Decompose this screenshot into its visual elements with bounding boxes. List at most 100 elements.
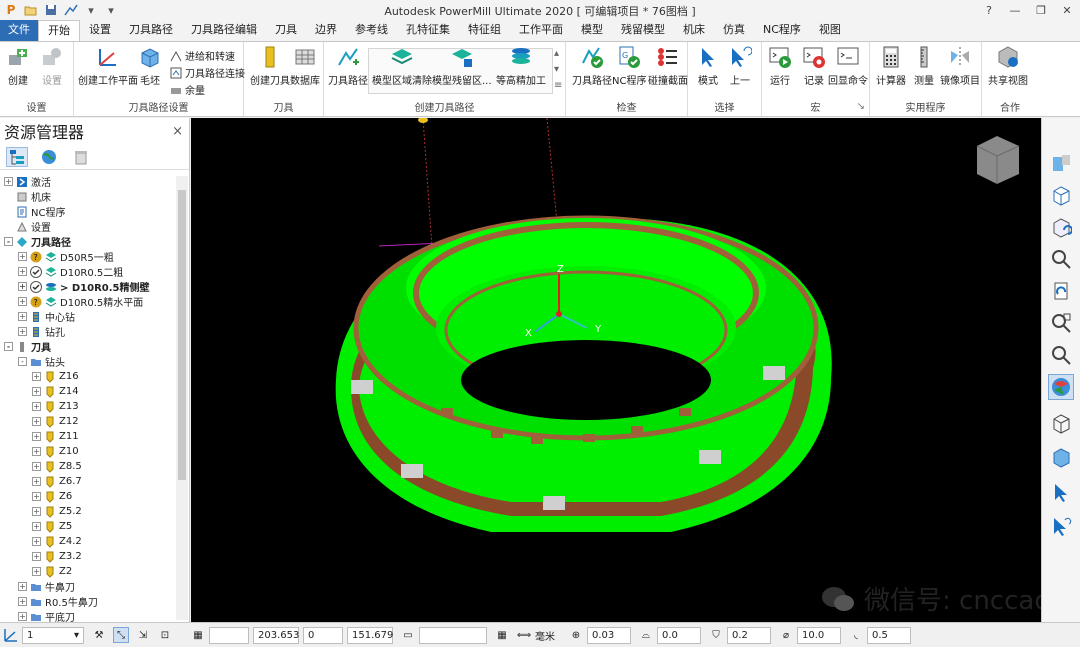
expand-icon[interactable]: + <box>18 282 27 291</box>
select-previous-icon[interactable] <box>1048 514 1074 540</box>
expand-icon[interactable]: + <box>32 552 41 561</box>
expand-icon[interactable]: + <box>32 432 41 441</box>
explorer-globe-tab-icon[interactable] <box>38 147 60 167</box>
expand-icon[interactable]: + <box>32 402 41 411</box>
expand-icon[interactable]: + <box>18 327 27 336</box>
explorer-scrollbar-thumb[interactable] <box>178 190 186 480</box>
toolpath-active-icon[interactable] <box>30 280 42 293</box>
expand-icon[interactable]: + <box>32 522 41 531</box>
snap-icon[interactable]: ⚒ <box>91 627 107 643</box>
grid-snap-icon[interactable]: ⇲ <box>135 627 151 643</box>
tree-node[interactable]: + D10R0.5二粗 <box>0 264 176 279</box>
expand-icon[interactable]: + <box>18 297 27 306</box>
view-iso-tools-icon[interactable] <box>1048 150 1074 176</box>
expand-icon[interactable]: + <box>18 582 27 591</box>
explorer-close-button[interactable]: × <box>172 124 183 139</box>
workplane-select[interactable]: 1 ▾ <box>22 626 84 644</box>
expand-icon[interactable]: + <box>18 597 27 606</box>
expand-icon[interactable]: + <box>32 492 41 501</box>
tab-toolpath-edit[interactable]: 刀具路径编辑 <box>182 20 266 41</box>
lock-icon[interactable]: ⊡ <box>157 627 173 643</box>
expand-icon[interactable]: + <box>32 507 41 516</box>
expand-icon[interactable]: + <box>32 447 41 456</box>
settings-button[interactable]: 设置 <box>40 45 64 87</box>
toolpath-quick-icon[interactable] <box>64 3 78 17</box>
tree-node[interactable]: - 钻头 <box>0 354 176 369</box>
toolpath-button[interactable]: 刀具路径 <box>328 45 368 87</box>
select-cursor-icon[interactable] <box>1048 480 1074 506</box>
tree-node[interactable]: + Z5 <box>0 519 176 534</box>
expand-icon[interactable]: + <box>32 387 41 396</box>
mode-button[interactable]: 模式 <box>696 45 720 87</box>
expand-icon[interactable]: + <box>18 267 27 276</box>
tab-file[interactable]: 文件 <box>0 20 38 41</box>
view-iso1-icon[interactable] <box>1048 182 1074 208</box>
expand-icon[interactable]: + <box>18 312 27 321</box>
open-icon[interactable] <box>24 3 38 17</box>
expand-icon[interactable]: + <box>32 537 41 546</box>
tab-model[interactable]: 模型 <box>572 20 612 41</box>
toolpath-check-icon[interactable] <box>30 265 42 278</box>
delta-field[interactable] <box>419 626 487 644</box>
tab-stock-model[interactable]: 残留模型 <box>612 20 674 41</box>
tolerance-field[interactable]: 0.03 <box>587 626 631 644</box>
tab-toolpaths[interactable]: 刀具路径 <box>120 20 182 41</box>
check-toolpath-button[interactable]: 刀具路径 <box>572 45 612 87</box>
tree-node[interactable]: + Z13 <box>0 399 176 414</box>
tab-nc-programs[interactable]: NC程序 <box>754 20 810 41</box>
check-nc-button[interactable]: G NC程序 <box>612 45 646 87</box>
tab-boundary[interactable]: 边界 <box>306 20 346 41</box>
toolpath-question-icon[interactable]: ? <box>30 251 42 263</box>
previous-button[interactable]: 上一 <box>728 45 752 87</box>
expand-icon[interactable]: + <box>18 612 27 621</box>
mirror-button[interactable]: 镜像项目 <box>940 45 980 87</box>
expand-icon[interactable]: + <box>32 417 41 426</box>
collapse-icon[interactable]: - <box>4 342 13 351</box>
tree-node[interactable]: - 刀具 <box>0 339 176 354</box>
toolpath-question-icon[interactable]: ? <box>30 296 42 308</box>
tree-node[interactable]: + Z5.2 <box>0 504 176 519</box>
database-button[interactable]: 数据库 <box>290 45 320 87</box>
tab-view[interactable]: 视图 <box>810 20 850 41</box>
expand-icon[interactable]: + <box>18 252 27 261</box>
wireframe-view-icon[interactable] <box>1048 410 1074 436</box>
model-area-clear-button[interactable]: 模型区域清除 <box>372 45 432 87</box>
tab-simulation[interactable]: 仿真 <box>714 20 754 41</box>
model-rest-button[interactable]: 模型残留区... <box>432 45 492 87</box>
tab-pattern[interactable]: 参考线 <box>346 20 397 41</box>
solid-view-icon[interactable] <box>1048 444 1074 470</box>
view-iso2-icon[interactable] <box>1048 214 1074 240</box>
tool-field[interactable]: 0.2 <box>727 626 771 644</box>
explorer-tree-tab-icon[interactable] <box>6 146 28 167</box>
thickness-field[interactable]: 0.0 <box>657 626 701 644</box>
gallery-up-icon[interactable]: ▴ <box>554 48 559 59</box>
share-view-button[interactable]: 共享视图 <box>988 45 1028 87</box>
create-workplane-button[interactable]: 创建工作平面 <box>78 45 138 87</box>
tree-node[interactable]: + 中心钻 <box>0 309 176 324</box>
shaded-view-icon[interactable] <box>1048 374 1074 400</box>
save-icon[interactable] <box>44 3 58 17</box>
view-cube[interactable] <box>976 136 1020 184</box>
tree-node[interactable]: + Z3.2 <box>0 549 176 564</box>
refresh-view-icon[interactable] <box>1048 278 1074 304</box>
echo-commands-button[interactable]: 回显命令 <box>828 45 868 87</box>
explorer-recycle-tab-icon[interactable] <box>70 147 92 167</box>
expand-icon[interactable]: + <box>4 177 13 186</box>
tab-feature-groups[interactable]: 特征组 <box>459 20 510 41</box>
tree-node[interactable]: 设置 <box>0 219 176 234</box>
help-button[interactable]: ? <box>976 0 1002 20</box>
tab-workplane[interactable]: 工作平面 <box>510 20 572 41</box>
tree-node[interactable]: + Z11 <box>0 429 176 444</box>
delta-icon[interactable]: ▭ <box>400 627 416 643</box>
coord-x-field[interactable]: 203.653 <box>253 626 299 644</box>
corner-radius-field[interactable]: 0.5 <box>867 626 911 644</box>
tree-node[interactable]: + Z2 <box>0 564 176 579</box>
zoom-box-icon[interactable] <box>1048 310 1074 336</box>
tree-node[interactable]: +? D10R0.5精水平面 <box>0 294 176 309</box>
tab-machine[interactable]: 机床 <box>674 20 714 41</box>
run-macro-button[interactable]: 运行 <box>768 45 792 87</box>
tree-node[interactable]: + 激活 <box>0 174 176 189</box>
dropdown-icon[interactable]: ▾ <box>84 3 98 17</box>
restore-button[interactable]: ❐ <box>1028 0 1054 20</box>
zoom-fit-icon[interactable] <box>1048 342 1074 368</box>
